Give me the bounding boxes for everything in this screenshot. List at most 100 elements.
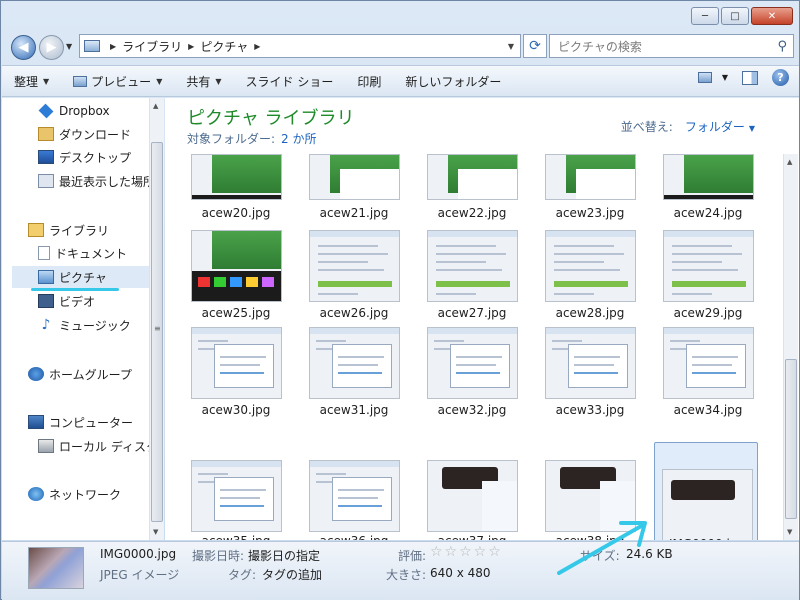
new-folder-button[interactable]: 新しいフォルダー [393,68,513,94]
libraries-icon [28,223,44,237]
tags-label: タグ: [228,568,257,582]
breadcrumb-pictures[interactable]: ピクチャ [200,38,248,55]
file-name: acew33.jpg [555,403,625,417]
nav-item-music[interactable]: ♪ ミュージック [38,314,149,336]
file-thumbnail [191,327,282,399]
breadcrumb-libraries[interactable]: ライブラリ [122,38,182,55]
documents-icon [38,246,50,260]
file-tile[interactable]: acew33.jpg [538,327,642,445]
chevron-down-icon: ▼ [43,76,50,86]
tags-value[interactable]: タグの追加 [262,566,322,583]
rating-stars[interactable]: ☆☆☆☆☆ [430,544,503,560]
size-value: 640 x 480 [430,566,491,580]
help-icon[interactable]: ? [772,69,789,86]
file-thumbnail [309,327,400,399]
videos-icon [38,294,54,308]
recent-pages-dropdown[interactable]: ▼ [66,42,72,51]
organize-label: 整理 [14,74,39,89]
nav-item-dropbox[interactable]: Dropbox [38,100,149,122]
file-name: acew24.jpg [673,206,743,220]
sort-dropdown[interactable]: フォルダー [685,120,745,134]
annotation-arrow [557,521,647,575]
print-button[interactable]: 印刷 [345,68,393,94]
library-title: ピクチャ ライブラリ [187,108,355,129]
desktop-icon [38,150,54,164]
local-disk-icon [38,439,54,453]
file-tile[interactable]: acew32.jpg [420,327,524,445]
address-bar[interactable]: ▶ ライブラリ ▶ ピクチャ ▶ ▼ [79,34,521,58]
refresh-button[interactable]: ⟳ [523,34,547,58]
navigation-pane: Dropbox ダウンロード デスクトップ 最近表示した場所 ライブラリ ドキュ… [2,98,164,540]
scroll-up-icon[interactable]: ▲ [787,158,792,166]
content-scrollbar[interactable]: ▲ ▼ [783,154,798,540]
file-tile[interactable]: acew35.jpg [184,444,288,540]
maximize-button[interactable]: □ [721,7,749,25]
nav-item-homegroup[interactable]: ホームグループ [28,363,149,385]
content-pane: ピクチャ ライブラリ 対象フォルダー: 2 か所 並べ替え: フォルダー ▼ acew… [165,98,799,540]
nav-item-network[interactable]: ネットワーク [28,483,149,505]
scroll-thumb[interactable] [785,359,797,519]
file-tile[interactable]: acew37.jpg [420,444,524,540]
nav-label: ピクチャ [59,270,107,285]
back-button[interactable]: ◀ [11,35,36,60]
date-label: 撮影日時: [192,549,245,563]
nav-label: ミュージック [59,318,131,333]
nav-label: ダウンロード [59,127,132,142]
file-tile[interactable]: IMG0000.jpg [654,442,758,540]
folder-icon [84,40,100,52]
forward-button[interactable]: ▶ [39,35,64,60]
details-filename: IMG0000.jpg [100,547,177,561]
scroll-down-icon[interactable]: ▼ [153,528,158,536]
nav-item-local-disk[interactable]: ローカル ディスク [38,435,149,457]
nav-item-videos[interactable]: ビデオ [38,290,149,312]
nav-item-libraries[interactable]: ライブラリ [28,219,149,241]
target-label: 対象フォルダー: [187,132,276,146]
nav-item-computer[interactable]: コンピューター [28,411,149,433]
nav-item-downloads[interactable]: ダウンロード [38,123,149,145]
scroll-down-icon[interactable]: ▼ [787,528,792,536]
target-locations-link[interactable]: 2 か所 [281,132,316,146]
file-thumbnail [545,230,636,302]
file-name: IMG0000.jpg [655,537,759,540]
share-label: 共有 [186,74,211,89]
change-view-button[interactable]: ▼ [697,72,728,83]
close-button[interactable]: ✕ [751,7,793,25]
nav-item-recent[interactable]: 最近表示した場所 [38,170,149,192]
recent-places-icon [38,174,54,188]
address-row: ◀ ▶ ▼ ▶ ライブラリ ▶ ピクチャ ▶ ▼ ⟳ ピクチャの検索 ⚲ [9,33,794,61]
view-controls: ▼ ? [697,69,789,86]
preview-label: プレビュー [91,74,152,89]
date-value[interactable]: 撮影日の指定 [248,547,320,564]
breadcrumb-arrow-icon[interactable]: ▶ [188,42,194,51]
homegroup-icon [28,367,44,381]
chevron-down-icon: ▼ [721,73,728,82]
nav-item-desktop[interactable]: デスクトップ [38,146,149,168]
breadcrumb-arrow-icon[interactable]: ▶ [254,42,260,51]
nav-scrollbar[interactable]: ▲ ≡ ▼ [149,98,164,540]
minimize-button[interactable]: ─ [691,7,719,25]
file-thumbnail [662,469,753,540]
search-input[interactable]: ピクチャの検索 ⚲ [549,34,794,58]
file-name: acew36.jpg [302,534,406,540]
file-tile[interactable]: acew31.jpg [302,327,406,445]
preview-pane-button[interactable] [742,70,758,85]
search-icon[interactable]: ⚲ [777,39,787,54]
breadcrumb-arrow-icon[interactable]: ▶ [110,42,116,51]
organize-menu[interactable]: 整理 ▼ [2,68,61,94]
file-thumbnail [309,154,400,200]
nav-label: ローカル ディスク [59,439,149,454]
preview-menu[interactable]: プレビュー ▼ [61,68,174,94]
file-tile[interactable]: acew36.jpg [302,444,406,540]
share-menu[interactable]: 共有 ▼ [174,68,233,94]
nav-item-documents[interactable]: ドキュメント [38,242,149,264]
file-name: acew34.jpg [673,403,743,417]
address-dropdown-icon[interactable]: ▼ [508,42,514,51]
file-thumbnail [663,327,754,399]
view-icon [697,72,712,83]
slideshow-button[interactable]: スライド ショー [234,68,346,94]
file-tile[interactable]: acew34.jpg [656,327,760,445]
nav-item-pictures[interactable]: ピクチャ [12,266,149,288]
scroll-up-icon[interactable]: ▲ [153,102,158,110]
file-name: acew30.jpg [201,403,271,417]
file-tile[interactable]: acew30.jpg [184,327,288,445]
